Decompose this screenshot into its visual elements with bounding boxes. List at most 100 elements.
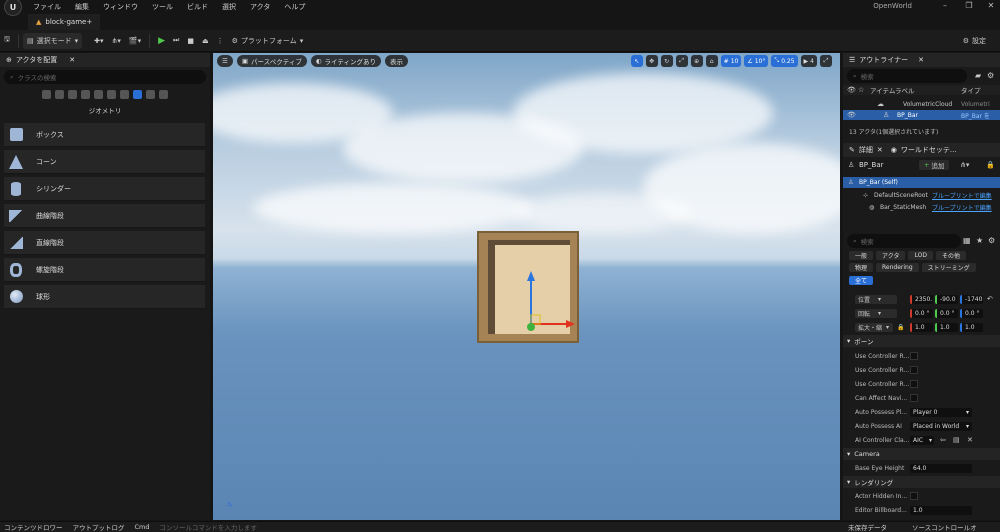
item-label-header[interactable]: アイテムラベル <box>870 85 915 95</box>
filter-rendering[interactable]: Rendering <box>876 263 919 272</box>
outliner-search-input[interactable]: ⌕ 検索 <box>847 69 967 83</box>
console-input[interactable]: コンソールコマンドを入力します <box>160 522 257 532</box>
scale-snap-button[interactable]: ⤡ 0.25 <box>771 55 798 67</box>
arrow-left-icon[interactable]: ⇦ <box>940 436 946 444</box>
geometry-item-cone[interactable]: コーン <box>4 150 205 174</box>
menu-help[interactable]: ヘルプ <box>277 2 312 12</box>
step-icon[interactable]: ⏭ <box>169 33 183 49</box>
clear-icon[interactable]: ✕ <box>967 436 973 444</box>
property-checkbox[interactable] <box>910 366 918 374</box>
menu-tools[interactable]: ツール <box>145 2 180 12</box>
close-tab-icon[interactable]: ✕ <box>918 56 924 64</box>
scale-tool-icon[interactable]: ⤢ <box>675 55 688 67</box>
volumes-icon[interactable] <box>120 90 129 99</box>
outliner-row-selected[interactable]: 👁 ♙ BP_Bar BP_Bar を <box>843 110 1000 120</box>
surface-snap-icon[interactable]: ⌂ <box>705 55 718 67</box>
unreal-logo-icon[interactable]: U <box>4 0 22 16</box>
type-header[interactable]: タイプ <box>961 85 981 95</box>
rotation-x-input[interactable]: 0.0 ° <box>910 308 933 318</box>
ai-controller-class-select[interactable]: AIC ▾ <box>910 435 934 445</box>
property-checkbox[interactable] <box>910 394 918 402</box>
filter-physics[interactable]: 物理 <box>849 263 874 272</box>
lock-icon[interactable]: 🔒 <box>897 324 904 331</box>
selected-actor-bp-bar[interactable] <box>477 231 579 343</box>
project-tab[interactable]: ▲ block-game+ <box>28 14 101 30</box>
unsaved-data-button[interactable]: 未保存データ <box>848 522 887 532</box>
rotation-z-input[interactable]: 0.0 ° <box>960 308 983 318</box>
world-settings-tab[interactable]: ワールドセッテ... <box>901 145 957 155</box>
settings-button[interactable]: ⚙ 設定 <box>959 33 990 49</box>
rotation-snap-button[interactable]: ∠ 10° <box>744 55 769 67</box>
level-viewport[interactable]: ☰ ▣ パースペクティブ ◐ ライティングあり 表示 ↖ ✥ ↻ ⤢ ⊕ ⌂ #… <box>213 53 840 520</box>
edit-in-blueprint-link[interactable]: ブループリントで編集 <box>932 191 992 200</box>
geometry-item-cylinder[interactable]: シリンダー <box>4 177 205 201</box>
menu-build[interactable]: ビルド <box>180 2 215 12</box>
eye-icon[interactable]: 👁 <box>847 111 856 119</box>
filter-actor[interactable]: アクタ <box>876 251 906 260</box>
camera-section-header[interactable]: ▾ Camera <box>843 448 1000 460</box>
output-log-button[interactable]: アウトプットログ <box>73 522 125 532</box>
maximize-viewport-icon[interactable]: ⤢ <box>820 55 832 67</box>
scale-z-input[interactable]: 1.0 <box>960 322 983 332</box>
close-icon[interactable]: ✕ <box>984 1 998 12</box>
content-drawer-button[interactable]: コンテンツドロワー <box>4 522 63 532</box>
close-tab-icon[interactable]: ✕ <box>877 146 883 154</box>
location-y-input[interactable]: -90.0 <box>935 294 958 304</box>
editor-billboard-input[interactable]: 1.0 <box>910 505 972 515</box>
geometry-item-spiral-stair[interactable]: 螺旋階段 <box>4 258 205 282</box>
maximize-icon[interactable]: ❐ <box>962 1 976 12</box>
lighting-button[interactable]: ◐ ライティングあり <box>310 55 381 67</box>
geometry-icon[interactable] <box>133 90 142 99</box>
geometry-item-box[interactable]: ボックス <box>4 123 205 147</box>
show-button[interactable]: 表示 <box>384 55 408 67</box>
star-icon[interactable]: ★ <box>976 236 983 245</box>
cinematic-icon[interactable] <box>94 90 103 99</box>
details-search-input[interactable]: ⌕ 検索 <box>847 234 961 248</box>
cmd-dropdown[interactable]: Cmd <box>135 523 150 531</box>
lights-icon[interactable] <box>68 90 77 99</box>
menu-file[interactable]: ファイル <box>26 2 68 12</box>
add-component-button[interactable]: + 追加 <box>919 160 950 170</box>
rotate-tool-icon[interactable]: ↻ <box>660 55 673 67</box>
component-self[interactable]: ♙ BP_Bar (Self) <box>843 177 1000 188</box>
auto-possess-player-select[interactable]: Player 0 ▾ <box>910 407 972 417</box>
perspective-button[interactable]: ▣ パースペクティブ <box>236 55 307 67</box>
transform-gizmo[interactable] <box>477 231 579 343</box>
play-icon[interactable]: ▶ <box>154 33 169 49</box>
add-actor-button[interactable]: ✚▾ <box>90 33 107 49</box>
table-view-icon[interactable]: ▦ <box>963 236 971 245</box>
basic-icon[interactable] <box>55 90 64 99</box>
property-checkbox[interactable] <box>910 352 918 360</box>
outliner-row[interactable]: ☁ VolumetricCloud Volumetri <box>843 99 1000 109</box>
filter-general[interactable]: 一般 <box>849 251 874 260</box>
menu-edit[interactable]: 編集 <box>68 2 96 12</box>
scale-dropdown[interactable]: 拡大・縮 ▾ <box>855 322 893 332</box>
platform-dropdown[interactable]: ⚙ プラットフォーム ▾ <box>228 33 308 49</box>
source-control-button[interactable]: ソースコントロールオ <box>912 522 977 532</box>
class-search-input[interactable]: ⌕ クラスの検索 <box>4 70 206 84</box>
cinematics-button[interactable]: 🎬▾ <box>125 33 145 49</box>
save-icon[interactable]: 🖫 <box>0 33 14 49</box>
place-actors-tab[interactable]: ⊕ アクタを配置 ✕ <box>0 53 210 67</box>
details-tab[interactable]: 詳細 <box>859 145 873 155</box>
visual-effects-icon[interactable] <box>107 90 116 99</box>
property-checkbox[interactable] <box>910 380 918 388</box>
select-tool-icon[interactable]: ↖ <box>630 55 643 67</box>
filter-streaming[interactable]: ストリーミング <box>921 263 976 272</box>
select-mode-dropdown[interactable]: ▤ 選択モード ▾ <box>22 32 83 49</box>
reset-icon[interactable]: ↶ <box>987 295 993 303</box>
pawn-section-header[interactable]: ▾ ポーン <box>843 335 1000 347</box>
shapes-icon[interactable] <box>81 90 90 99</box>
gear-icon[interactable]: ⚙ <box>988 236 995 245</box>
all-classes-icon[interactable] <box>146 90 155 99</box>
component-row[interactable]: ⊹ DefaultSceneRoot ブループリントで編集 <box>843 190 1000 201</box>
location-dropdown[interactable]: 位置 ▾ <box>855 294 897 304</box>
location-z-input[interactable]: -1740 <box>960 294 983 304</box>
base-eye-height-input[interactable]: 64.0 <box>910 463 972 473</box>
rendering-section-header[interactable]: ▾ レンダリング <box>843 476 1000 488</box>
scale-y-input[interactable]: 1.0 <box>935 322 958 332</box>
recent-icon[interactable] <box>42 90 51 99</box>
lock-icon[interactable]: 🔒 <box>986 161 995 169</box>
component-row[interactable]: ◍ Bar_StaticMesh ブループリントで編集 <box>843 202 1000 213</box>
filter-lod[interactable]: LOD <box>908 251 933 260</box>
